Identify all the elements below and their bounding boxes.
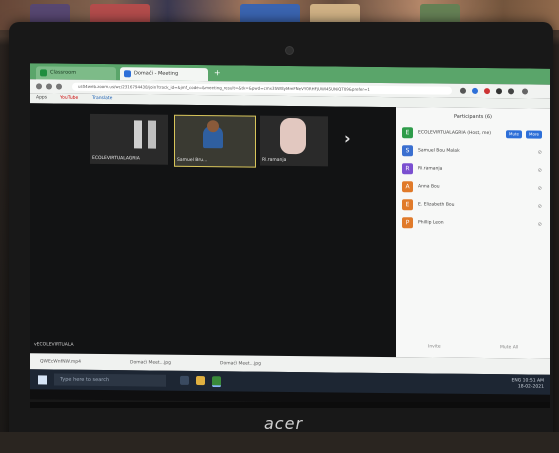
back-icon[interactable]	[36, 83, 42, 90]
tab-meeting[interactable]: Domaći - Meeting	[120, 67, 208, 82]
video-tile-label: ECOLEVIRTUALAGRIA	[92, 155, 140, 162]
more-button[interactable]: More	[526, 130, 542, 139]
video-tile-active[interactable]: Samuel Bru...	[174, 114, 256, 168]
download-item[interactable]: Domaći Meet...jpg	[130, 358, 171, 367]
invite-button[interactable]: Invite	[428, 344, 441, 349]
star-icon[interactable]	[460, 87, 466, 94]
video-tile[interactable]: Ri.ramanja	[260, 115, 328, 167]
participant-row[interactable]: S Samuel Bou Malak ⊘	[402, 145, 548, 161]
classroom-icon	[40, 69, 47, 77]
video-tile-label: Samuel Bru...	[177, 157, 208, 164]
tab-classroom[interactable]: Classroom	[36, 66, 116, 81]
avatar: E	[402, 127, 413, 139]
windows-taskbar: Type here to search ENG 10:51 AM 18-02-2…	[30, 369, 550, 395]
participant-name: Phillip Leon	[418, 220, 444, 226]
extension-icon[interactable]	[496, 88, 502, 95]
mute-button[interactable]: Mute	[506, 130, 523, 139]
mic-muted-icon: ⊘	[537, 149, 542, 156]
mic-muted-icon: ⊘	[537, 185, 542, 192]
laptop-logo: acer	[264, 414, 304, 433]
participant-row[interactable]: E ECOLEVIRTUALAGRIA (Host, me) Mute More	[402, 127, 548, 143]
video-content	[134, 120, 142, 149]
tab-label: Domaći - Meeting	[134, 70, 179, 77]
participant-name: Ri.ramanja	[418, 166, 443, 172]
clock-date: 18-02-2021	[517, 384, 544, 390]
mic-muted-icon: ⊘	[537, 221, 542, 228]
profile-icon[interactable]	[508, 88, 514, 95]
participant-name: Anna Bou	[418, 184, 440, 190]
taskbar-search-input[interactable]: Type here to search	[54, 373, 166, 387]
task-view-icon[interactable]	[180, 375, 189, 385]
photo-scene: Classroom Domaći - Meeting + us04web.zoo…	[0, 0, 559, 453]
download-item[interactable]: Domaći Meet...jpg	[220, 359, 261, 368]
tab-label: Classroom	[50, 69, 77, 76]
mute-all-button[interactable]: Mute All	[500, 345, 518, 350]
system-tray[interactable]: ENG 10:51 AM 18-02-2021	[511, 378, 544, 390]
bookmark-apps[interactable]: Apps	[36, 95, 47, 100]
person-face	[280, 117, 306, 155]
meeting-view: ECOLEVIRTUALAGRIA Samuel Bru... Ri.raman…	[30, 103, 396, 358]
input-language: ENG	[511, 378, 522, 384]
menu-icon[interactable]	[522, 88, 528, 95]
next-page-chevron-icon[interactable]: ›	[344, 129, 351, 148]
new-tab-button[interactable]: +	[214, 68, 221, 78]
participant-row[interactable]: A Anna Bou ⊘	[402, 181, 548, 197]
bookmark-youtube[interactable]: YouTube	[60, 96, 78, 101]
self-name-label: vECOLEVIRTUALA	[34, 342, 74, 348]
participant-name: E. Elizabeth Bou	[418, 202, 455, 208]
mic-muted-icon: ⊘	[537, 203, 542, 210]
avatar: E	[402, 199, 413, 211]
mic-muted-icon: ⊘	[537, 167, 542, 174]
person-head	[207, 120, 219, 133]
video-tile-label: Ri.ramanja	[262, 157, 287, 163]
participant-name: ECOLEVIRTUALAGRIA (Host, me)	[418, 130, 492, 137]
screen-bezel-bottom	[30, 402, 550, 408]
avatar: S	[402, 145, 413, 157]
avatar: A	[402, 181, 413, 193]
participants-panel: Participants (6) E ECOLEVIRTUALAGRIA (Ho…	[396, 107, 550, 359]
url-field[interactable]: us04web.zoom.us/wc/2316794438/join?track…	[72, 82, 452, 95]
laptop-base	[0, 432, 559, 453]
reload-icon[interactable]	[56, 83, 62, 90]
laptop-screen: Classroom Domaći - Meeting + us04web.zoo…	[30, 63, 550, 405]
webcam	[285, 46, 294, 55]
chrome-icon[interactable]	[212, 376, 221, 388]
file-explorer-icon[interactable]	[196, 376, 205, 386]
video-tile[interactable]: ECOLEVIRTUALAGRIA	[90, 113, 168, 165]
zoom-icon	[124, 70, 131, 78]
forward-icon[interactable]	[46, 83, 52, 90]
participant-name: Samuel Bou Malak	[418, 148, 460, 154]
windows-start-icon[interactable]	[38, 375, 47, 385]
clock-time: 10:51 AM	[522, 378, 544, 384]
avatar: P	[402, 217, 413, 229]
participant-row[interactable]: P Phillip Leon ⊘	[402, 217, 548, 233]
extension-icon[interactable]	[484, 88, 490, 95]
participant-row[interactable]: R Ri.ramanja ⊘	[402, 163, 548, 179]
video-content	[148, 120, 156, 149]
panel-title: Participants (6)	[453, 113, 493, 121]
bookmark-translate[interactable]: Translate	[92, 96, 112, 101]
download-item[interactable]: QWEcWnfNW.mp4	[40, 357, 81, 366]
avatar: R	[402, 163, 413, 175]
participant-row[interactable]: E E. Elizabeth Bou ⊘	[402, 199, 548, 215]
extension-icon[interactable]	[472, 87, 478, 94]
